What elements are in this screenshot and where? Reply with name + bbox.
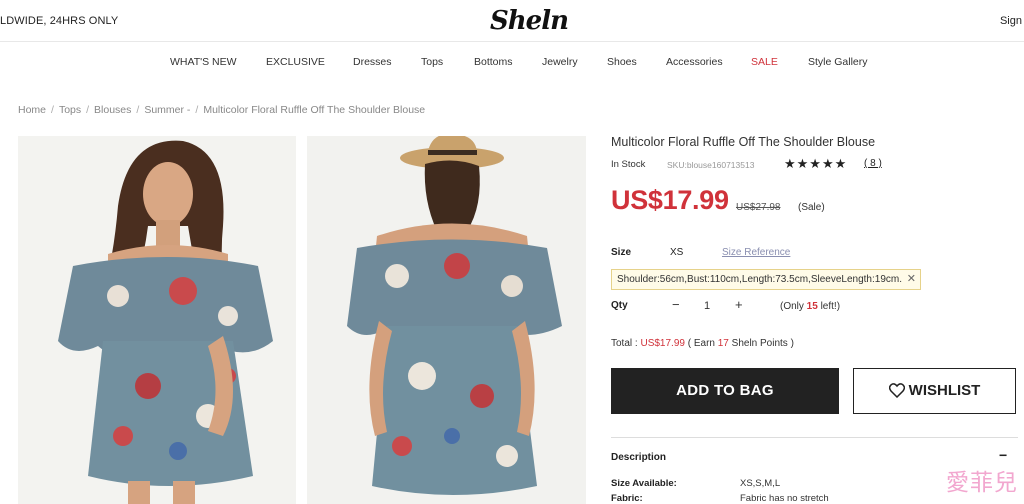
shein-logo[interactable]: Sheln <box>490 6 569 36</box>
nav-item-exclusive[interactable]: EXCLUSIVE <box>266 56 325 68</box>
current-price: US$17.99 <box>611 185 729 215</box>
heart-icon <box>888 383 905 399</box>
total-label: Total : <box>611 338 641 349</box>
wishlist-label: WISHLIST <box>908 382 981 399</box>
product-image-back[interactable] <box>307 136 586 504</box>
description-heading: Description <box>611 452 667 463</box>
breadcrumb: Home / Tops / Blouses / Summer - / Multicolor Fl… <box>18 104 425 116</box>
description-collapse-button[interactable]: − <box>999 447 1007 463</box>
breadcrumb-summer[interactable]: Summer - <box>144 104 190 116</box>
stock-remaining-prefix: (Only <box>780 301 807 312</box>
add-to-bag-button[interactable]: ADD TO BAG <box>611 368 839 414</box>
total-price: US$17.99 <box>640 338 685 349</box>
spec-value-fabric: Fabric has no stretch <box>740 493 829 504</box>
nav-item-whats-new[interactable]: WHAT'S NEW <box>170 56 237 68</box>
promo-banner-text: LDWIDE, 24HRS ONLY <box>0 15 119 27</box>
rating-stars-icon[interactable]: ★★★★★ <box>784 156 847 172</box>
size-measurements-text: Shoulder:56cm,Bust:110cm,Length:73.5cm,S… <box>617 274 902 285</box>
nav-item-style-gallery[interactable]: Style Gallery <box>808 56 868 68</box>
nav-item-jewelry[interactable]: Jewelry <box>542 56 578 68</box>
order-total: Total : US$17.99 ( Earn 17 Sheln Points … <box>611 338 794 349</box>
review-count-link[interactable]: ( 8 ) <box>864 158 882 169</box>
breadcrumb-tops[interactable]: Tops <box>59 104 81 116</box>
spec-key-size-available: Size Available: <box>611 478 677 489</box>
earn-points: 17 <box>717 338 729 349</box>
product-photo-back-illustration <box>307 136 586 504</box>
size-measurements-box: Shoulder:56cm,Bust:110cm,Length:73.5cm,S… <box>611 269 921 290</box>
breadcrumb-separator: / <box>136 104 140 116</box>
section-divider <box>611 437 1018 438</box>
breadcrumb-blouses[interactable]: Blouses <box>94 104 131 116</box>
wishlist-button[interactable]: WISHLIST <box>853 368 1016 414</box>
stock-remaining-count: 15 <box>806 301 818 312</box>
spec-key-fabric: Fabric: <box>611 493 643 504</box>
breadcrumb-separator: / <box>195 104 199 116</box>
stock-status: In Stock <box>611 159 646 170</box>
breadcrumb-current: Multicolor Floral Ruffle Off The Shoulde… <box>203 104 426 116</box>
stock-remaining-suffix: left!) <box>817 301 841 312</box>
breadcrumb-separator: / <box>86 104 90 116</box>
size-label: Size <box>611 247 632 258</box>
product-image-front[interactable] <box>18 136 296 504</box>
sign-in-link[interactable]: Sign <box>1000 15 1022 27</box>
quantity-increase-button[interactable]: + <box>735 297 743 312</box>
earn-label: ( Earn <box>684 338 718 349</box>
original-price: US$27.98 <box>736 202 781 213</box>
product-photo-front-illustration <box>18 136 296 504</box>
breadcrumb-separator: / <box>51 104 54 116</box>
nav-item-accessories[interactable]: Accessories <box>666 56 723 68</box>
top-bar: LDWIDE, 24HRS ONLY Sheln Sign <box>0 0 1024 42</box>
product-title: Multicolor Floral Ruffle Off The Shoulde… <box>611 135 876 149</box>
quantity-value[interactable]: 1 <box>704 300 710 312</box>
watermark-text: 愛菲兒 <box>946 470 1018 496</box>
breadcrumb-home[interactable]: Home <box>18 104 46 116</box>
stock-remaining: (Only 15 left!) <box>780 301 840 312</box>
nav-item-tops[interactable]: Tops <box>421 56 443 68</box>
sale-tag: (Sale) <box>798 202 825 213</box>
nav-item-bottoms[interactable]: Bottoms <box>474 56 513 68</box>
quantity-label: Qty <box>611 300 628 311</box>
spec-value-size-available: XS,S,M,L <box>740 478 781 489</box>
earn-suffix: Sheln Points ) <box>728 338 794 349</box>
nav-item-shoes[interactable]: Shoes <box>607 56 637 68</box>
main-nav: WHAT'S NEW EXCLUSIVE Dresses Tops Bottom… <box>0 56 1024 70</box>
close-icon[interactable]: ✕ <box>907 270 916 289</box>
nav-item-sale[interactable]: SALE <box>751 56 778 68</box>
size-option-xs[interactable]: XS <box>670 247 683 258</box>
nav-item-dresses[interactable]: Dresses <box>353 56 392 68</box>
product-sku: SKU:blouse160713513 <box>667 160 755 170</box>
quantity-decrease-button[interactable]: − <box>672 297 680 312</box>
size-reference-link[interactable]: Size Reference <box>722 247 790 258</box>
